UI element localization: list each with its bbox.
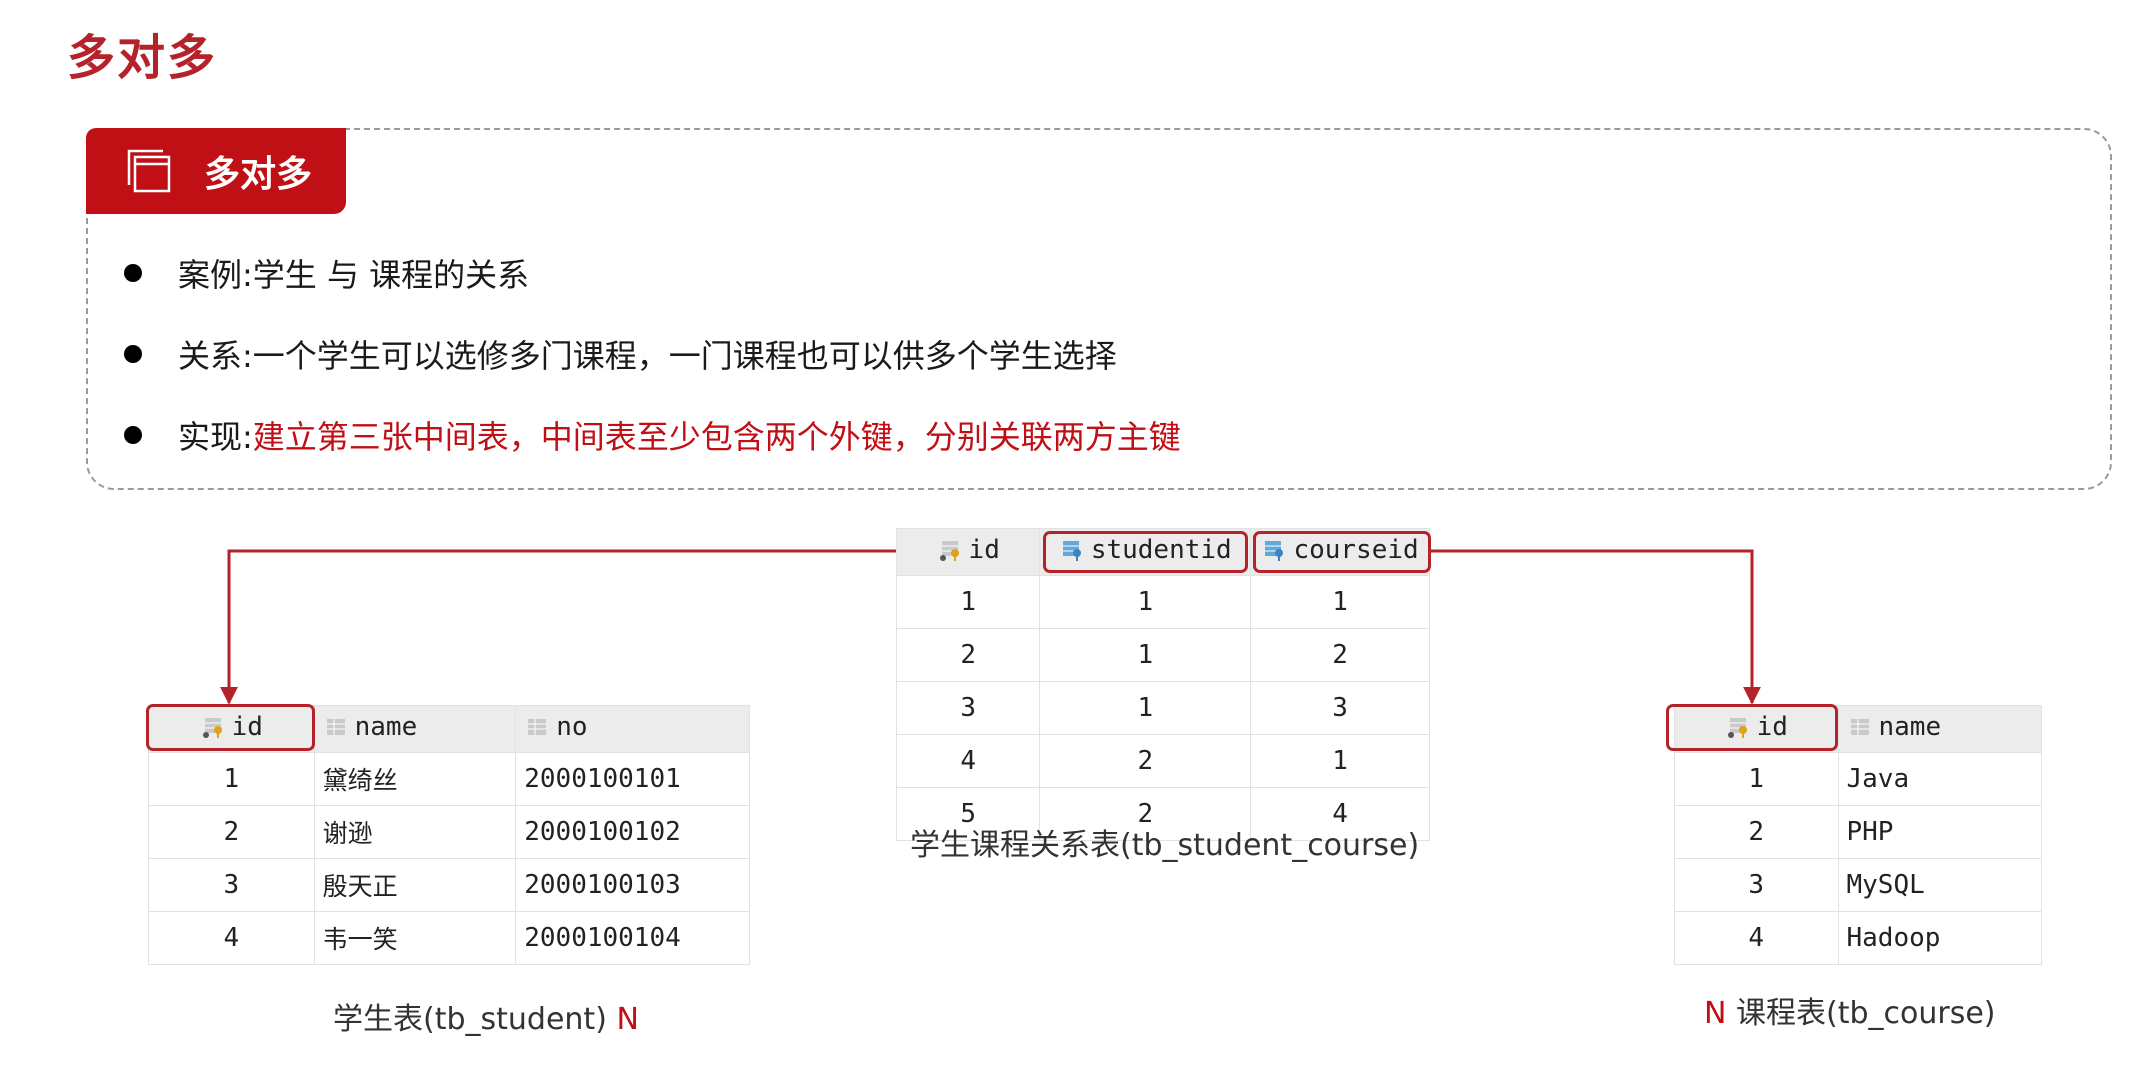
column-header: id (895, 528, 1041, 576)
table-cell: 4 (895, 734, 1041, 788)
studentid-highlight-box (1043, 531, 1248, 573)
table-cell: 1 (1039, 681, 1252, 735)
table-row: 3 殷天正 2000100103 (148, 858, 750, 912)
table-cell: 2 (1250, 628, 1430, 682)
course-id-highlight-box (1666, 704, 1838, 751)
table-cell: 3 (895, 681, 1041, 735)
column-header: name (1837, 705, 2042, 753)
course-table-caption: N 课程表(tb_course) (1704, 996, 1996, 1031)
table-row: 421 (895, 734, 1430, 788)
table-cell: 2 (1674, 805, 1839, 859)
cardinality-label: N (616, 1002, 639, 1037)
column-icon (1850, 719, 1869, 735)
relation-table-caption: 学生课程关系表(tb_student_course) (910, 828, 1420, 863)
table-cell: 1 (1250, 575, 1430, 629)
table-cell: 4 (148, 911, 315, 965)
table-cell: 1 (148, 752, 315, 806)
courseid-highlight-box (1253, 531, 1431, 573)
student-table-caption: 学生表(tb_student) N (333, 1002, 639, 1037)
table-cell: 3 (1674, 858, 1839, 912)
table-cell: PHP (1837, 805, 2042, 859)
table-cell: 谢逊 (313, 805, 517, 859)
table-cell: 殷天正 (313, 858, 517, 912)
table-row: 2 PHP (1674, 805, 2042, 859)
table-cell: 1 (1039, 575, 1252, 629)
table-cell: 2 (148, 805, 315, 859)
table-cell: 1 (895, 575, 1041, 629)
table-cell: 黛绮丝 (313, 752, 517, 806)
table-cell: 2 (1039, 734, 1252, 788)
table-cell: 2000100104 (515, 911, 750, 965)
table-row: 3 MySQL (1674, 858, 2042, 912)
table-cell: 4 (1674, 911, 1839, 965)
table-row: 212 (895, 628, 1430, 682)
table-row: 1 Java (1674, 752, 2042, 806)
table-row: 313 (895, 681, 1430, 735)
table-row: 1 黛绮丝 2000100101 (148, 752, 750, 806)
table-cell: 1 (1039, 628, 1252, 682)
table-cell: 韦一笑 (313, 911, 517, 965)
table-cell: Java (1837, 752, 2042, 806)
table-cell: 3 (1250, 681, 1430, 735)
table-cell: 1 (1250, 734, 1430, 788)
student-id-highlight-box (146, 704, 315, 751)
table-cell: 2000100102 (515, 805, 750, 859)
relation-table: id studentid courseid 111 212 313 421 52… (895, 528, 1430, 841)
column-header: no (515, 705, 750, 753)
table-row: 4 Hadoop (1674, 911, 2042, 965)
table-cell: 2000100103 (515, 858, 750, 912)
cardinality-label: N (1704, 996, 1727, 1031)
table-row: 2 谢逊 2000100102 (148, 805, 750, 859)
column-icon (528, 719, 547, 735)
table-cell: 2000100101 (515, 752, 750, 806)
table-row: 111 (895, 575, 1430, 629)
table-row: 4 韦一笑 2000100104 (148, 911, 750, 965)
key-column-icon (939, 541, 959, 561)
table-cell: Hadoop (1837, 911, 2042, 965)
table-cell: MySQL (1837, 858, 2042, 912)
table-cell: 2 (895, 628, 1041, 682)
column-header: name (313, 705, 517, 753)
course-connector-line (1431, 549, 1761, 705)
table-cell: 3 (148, 858, 315, 912)
column-icon (326, 719, 345, 735)
table-cell: 1 (1674, 752, 1839, 806)
